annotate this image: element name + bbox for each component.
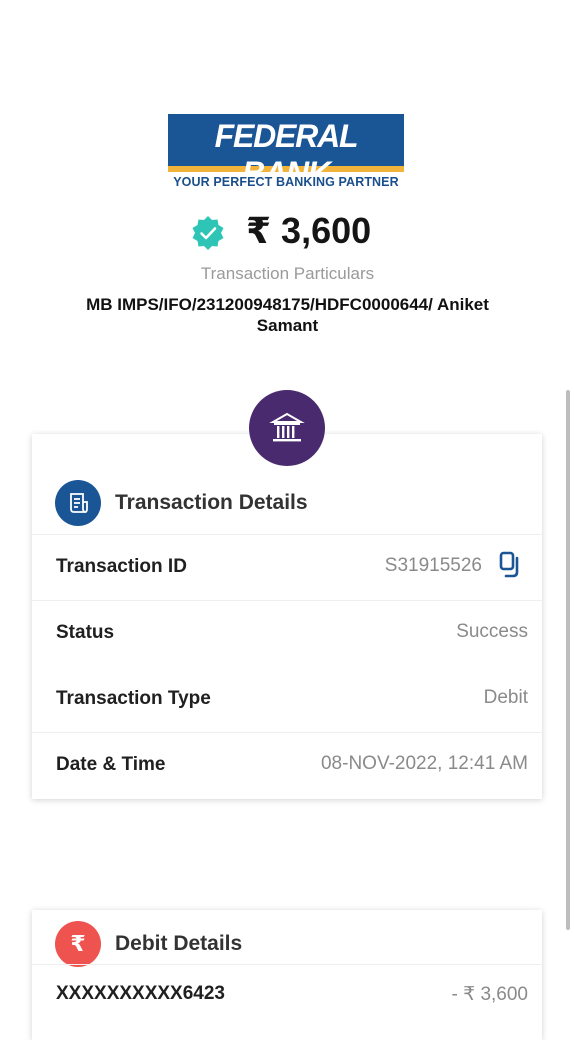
particulars-label: Transaction Particulars <box>200 264 375 283</box>
debit-details-title: Debit Details <box>115 932 243 955</box>
verified-badge-icon <box>190 215 226 251</box>
copy-icon[interactable] <box>498 551 524 579</box>
date-time-label: Date & Time <box>56 754 166 775</box>
transaction-amount: ₹ 3,600 <box>246 210 372 251</box>
status-row: Status Success <box>32 600 542 667</box>
amount-row: ₹ 3,600 <box>0 210 575 256</box>
transaction-type-label: Transaction Type <box>56 688 211 709</box>
bank-icon-circle <box>249 390 325 466</box>
federal-bank-logo: FEDERAL BANK YOUR PERFECT BANKING PARTNE… <box>168 114 404 192</box>
transaction-id-label: Transaction ID <box>56 556 187 577</box>
transaction-type-value: Debit <box>483 687 528 708</box>
status-label: Status <box>56 622 115 643</box>
debit-details-card: ₹ Debit Details XXXXXXXXXX6423 - ₹ 3,600 <box>32 910 542 1040</box>
date-time-row: Date & Time 08-NOV-2022, 12:41 AM <box>32 732 542 799</box>
particulars-text: MB IMPS/IFO/231200948175/HDFC0000644/ An… <box>86 295 489 335</box>
logo-tagline: YOUR PERFECT BANKING PARTNER <box>173 175 399 189</box>
transaction-id-row: Transaction ID S31915526 <box>32 534 542 601</box>
status-value: Success <box>456 621 528 642</box>
date-time-value: 08-NOV-2022, 12:41 AM <box>320 753 528 774</box>
debit-account-row: XXXXXXXXXX6423 - ₹ 3,600 <box>32 964 542 1025</box>
debit-amount: - ₹ 3,600 <box>451 984 528 1005</box>
transaction-type-row: Transaction Type Debit <box>32 666 542 733</box>
scrollbar[interactable] <box>566 390 570 930</box>
rupee-icon: ₹ <box>55 921 101 967</box>
debit-account-number: XXXXXXXXXX6423 <box>56 983 225 1004</box>
transaction-id-value: S31915526 <box>384 555 482 576</box>
receipt-icon <box>55 480 101 526</box>
transaction-details-card: Transaction Details Transaction ID S3191… <box>32 434 542 799</box>
transaction-details-title: Transaction Details <box>115 491 308 514</box>
